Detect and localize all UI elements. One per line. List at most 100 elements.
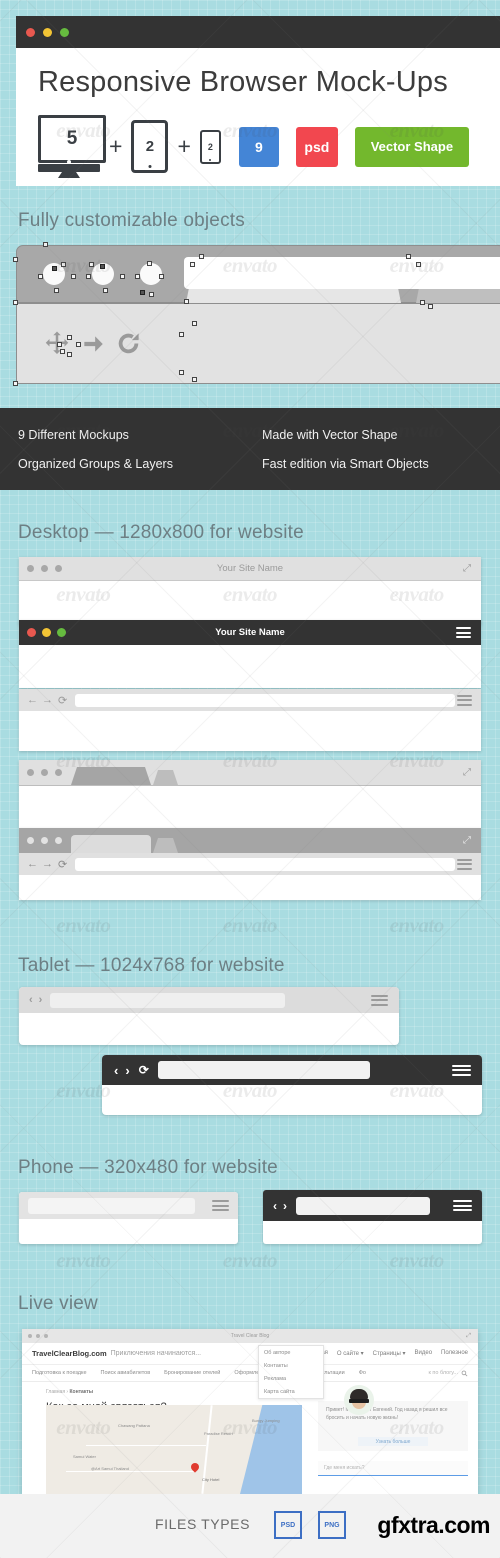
subnav-item[interactable]: Бронирование отелей (164, 1370, 220, 1376)
anchor-point[interactable] (86, 274, 91, 279)
subnav-item[interactable]: Поиск авиабилетов (101, 1370, 151, 1376)
nav-item[interactable]: Видео (415, 1350, 433, 1357)
anchor-point[interactable] (192, 321, 197, 326)
anchor-point[interactable] (428, 304, 433, 309)
window-dot[interactable] (55, 769, 62, 776)
back-icon[interactable]: ‹ (114, 1063, 118, 1078)
search-icon[interactable] (461, 1370, 468, 1377)
browser-tab-inactive[interactable] (153, 770, 178, 785)
back-icon[interactable]: ‹ (273, 1199, 277, 1213)
expand-icon[interactable]: ⤢ (463, 563, 471, 574)
breadcrumb-home[interactable]: Главная › (46, 1389, 68, 1395)
anchor-point[interactable] (192, 377, 197, 382)
expand-icon[interactable]: ⤢ (466, 1333, 471, 1340)
nav-item[interactable]: О сайте ▾ (337, 1350, 364, 1357)
anchor-point[interactable] (13, 257, 18, 262)
browser-tab-active[interactable] (71, 767, 151, 785)
anchor-point[interactable] (100, 264, 105, 269)
anchor-point[interactable] (38, 274, 43, 279)
url-input[interactable] (28, 1197, 195, 1214)
browser-tab-active[interactable] (71, 835, 151, 853)
dropdown-item[interactable]: Об авторе (259, 1346, 323, 1359)
dropdown-menu[interactable]: Об авторе Контакты Реклама Карта сайта (258, 1345, 324, 1399)
expand-icon[interactable]: ⤢ (463, 835, 471, 846)
back-icon[interactable]: ← (27, 858, 39, 870)
anchor-point[interactable] (71, 274, 76, 279)
url-input[interactable] (75, 693, 456, 707)
phone-navbar (19, 1192, 238, 1219)
window-dot[interactable] (41, 837, 48, 844)
window-dot[interactable] (27, 769, 34, 776)
anchor-point[interactable] (190, 262, 195, 267)
map-pin-icon[interactable] (189, 1461, 201, 1474)
anchor-point[interactable] (52, 266, 57, 271)
anchor-point[interactable] (57, 342, 62, 347)
reload-icon[interactable]: ⟳ (58, 858, 68, 871)
anchor-point[interactable] (76, 342, 81, 347)
hamburger-icon[interactable] (456, 625, 471, 641)
hamburger-icon[interactable] (457, 692, 472, 708)
url-input[interactable] (296, 1196, 430, 1215)
forward-icon[interactable]: › (283, 1199, 287, 1213)
url-input[interactable] (157, 1061, 370, 1079)
anchor-point[interactable] (13, 300, 18, 305)
hamburger-icon[interactable] (453, 1198, 472, 1214)
forward-icon[interactable]: › (125, 1063, 129, 1078)
window-dot[interactable] (55, 837, 62, 844)
window-close-dot[interactable] (26, 27, 35, 37)
browser-tab-inactive[interactable] (153, 838, 178, 853)
url-input[interactable] (50, 992, 286, 1008)
anchor-point[interactable] (54, 288, 59, 293)
anchor-point[interactable] (184, 299, 189, 304)
anchor-point[interactable] (135, 274, 140, 279)
anchor-point[interactable] (406, 254, 411, 259)
hamburger-icon[interactable] (452, 1062, 471, 1078)
anchor-point[interactable] (103, 288, 108, 293)
anchor-point[interactable] (61, 262, 66, 267)
anchor-point[interactable] (159, 274, 164, 279)
anchor-point[interactable] (420, 300, 425, 305)
anchor-point[interactable] (199, 254, 204, 259)
subnav-item[interactable]: Фо (359, 1370, 366, 1376)
window-minimize-dot[interactable] (43, 27, 52, 37)
anchor-point[interactable] (140, 290, 145, 295)
anchor-point[interactable] (89, 262, 94, 267)
dropdown-item[interactable]: Карта сайта (259, 1385, 323, 1398)
nav-item[interactable]: Страницы ▾ (373, 1350, 406, 1357)
window-dot[interactable] (41, 769, 48, 776)
anchor-point[interactable] (67, 335, 72, 340)
hamburger-icon[interactable] (371, 992, 388, 1008)
subnav-item[interactable]: Подготовка к поездке (32, 1370, 87, 1376)
forward-icon[interactable]: → (42, 858, 54, 870)
forward-icon[interactable]: → (42, 694, 54, 706)
anchor-point[interactable] (67, 352, 72, 357)
window-dot[interactable] (27, 837, 34, 844)
anchor-point[interactable] (147, 261, 152, 266)
hamburger-icon[interactable] (212, 1198, 229, 1214)
map-embed[interactable]: Chawang Pattana Samui Water @Art Samui T… (46, 1405, 302, 1494)
window-maximize-dot[interactable] (60, 27, 69, 37)
url-input[interactable] (75, 857, 456, 871)
learn-more-button[interactable]: Узнать больше (358, 1437, 428, 1446)
dropdown-item[interactable]: Контакты (259, 1359, 323, 1372)
reload-icon[interactable]: ⟳ (58, 694, 68, 707)
search-input[interactable]: к по блогу... (428, 1370, 458, 1376)
back-icon[interactable]: ‹ (29, 994, 33, 1006)
anchor-point[interactable] (60, 349, 65, 354)
anchor-point[interactable] (179, 332, 184, 337)
anchor-point[interactable] (120, 274, 125, 279)
dropdown-item[interactable]: Реклама (259, 1372, 323, 1385)
anchor-point[interactable] (149, 292, 154, 297)
hamburger-icon[interactable] (457, 856, 472, 872)
reload-icon[interactable]: ⟳ (139, 1063, 149, 1077)
expand-icon[interactable]: ⤢ (463, 767, 471, 778)
search-box[interactable]: к по блогу... (428, 1370, 468, 1377)
anchor-point[interactable] (13, 381, 18, 386)
back-icon[interactable]: ← (27, 694, 39, 706)
anchor-point[interactable] (43, 242, 48, 247)
contact-field[interactable]: Где меня искать? (318, 1461, 468, 1476)
anchor-point[interactable] (416, 262, 421, 267)
nav-item[interactable]: Полезное (441, 1350, 468, 1357)
anchor-point[interactable] (179, 370, 184, 375)
forward-icon[interactable]: › (39, 994, 43, 1006)
